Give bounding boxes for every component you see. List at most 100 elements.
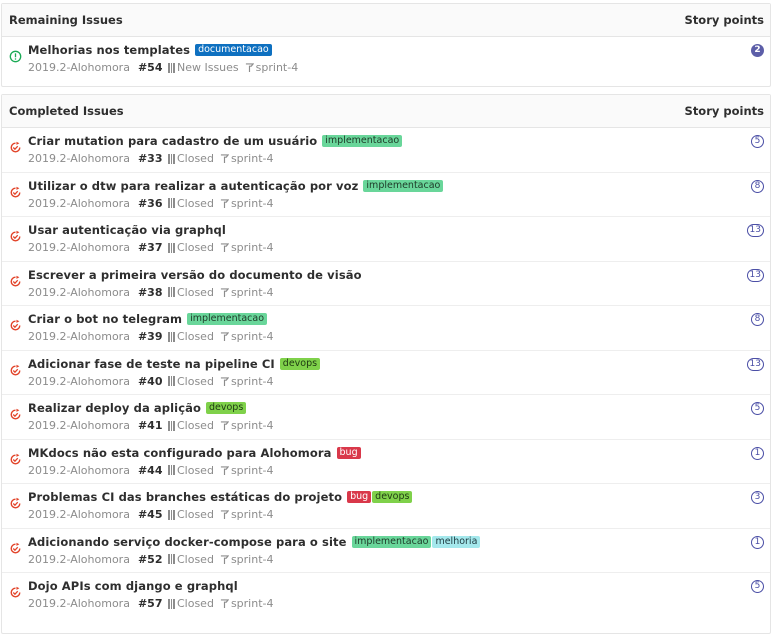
issue-sprint: sprint-4 <box>220 597 273 610</box>
issue-milestone: 2019.2-Alohomora <box>28 330 130 343</box>
issue-sprint: sprint-4 <box>220 553 273 566</box>
issue-title-link[interactable]: Adicionar fase de teste na pipeline CI <box>28 357 275 371</box>
issue-status-text: Closed <box>176 374 214 388</box>
board-column-icon <box>168 62 175 73</box>
issue-closed-icon <box>9 586 22 599</box>
sprint-pin-icon <box>220 153 230 164</box>
issue-milestone: 2019.2-Alohomora <box>28 61 130 74</box>
issue-row[interactable]: Realizar deploy da aplição devops 2019.2-A… <box>2 395 770 440</box>
issue-label[interactable]: bug <box>336 446 361 459</box>
story-points-badge: 5 <box>751 580 764 593</box>
issue-status-text: Closed <box>176 196 214 210</box>
issue-row[interactable]: Criar o bot no telegram implementacao 2019… <box>2 306 770 351</box>
issue-row[interactable]: Dojo APIs com django e graphql 2019.2-Alo… <box>2 573 770 618</box>
story-points-badge: 1 <box>751 446 764 460</box>
issue-row[interactable]: Adicionando serviço docker-compose para … <box>2 529 770 573</box>
issue-row[interactable]: Escrever a primeira versão do documento … <box>2 262 770 306</box>
issue-title-line: Utilizar o dtw para realizar a autentica… <box>28 179 444 193</box>
issue-meta-line: 2019.2-Alohomora #52 Closed sprint-4 <box>28 553 273 566</box>
issue-title-line: Melhorias nos templates documentacao <box>28 43 272 57</box>
completed-story-points-header: Story points <box>684 104 764 118</box>
remaining-issues-panel: Remaining Issues Story points Melhorias … <box>1 3 771 87</box>
issue-label[interactable]: implementacao <box>351 535 432 548</box>
issue-iid: #38 <box>137 285 163 299</box>
issue-row[interactable]: MKdocs não esta configurado para Alohomo… <box>2 440 770 484</box>
issue-board-status: New Issues <box>168 61 239 74</box>
issue-label[interactable]: bug <box>347 491 372 503</box>
issue-closed-icon <box>9 497 22 510</box>
issue-meta-line: 2019.2-Alohomora #54 New Issues sprint-4 <box>28 61 298 74</box>
issue-title-link[interactable]: Criar mutation para cadastro de um usuár… <box>28 134 317 148</box>
issue-milestone: 2019.2-Alohomora <box>28 285 130 299</box>
issue-title-link[interactable]: Utilizar o dtw para realizar a autentica… <box>28 179 358 193</box>
issue-title-link[interactable]: MKdocs não esta configurado para Alohomo… <box>28 446 332 460</box>
issue-sprint-text: sprint-4 <box>230 196 274 210</box>
issue-row[interactable]: Adicionar fase de teste na pipeline CI de… <box>2 351 770 395</box>
issue-meta-line: 2019.2-Alohomora #37 Closed sprint-4 <box>28 241 273 254</box>
issue-milestone: 2019.2-Alohomora <box>28 241 130 254</box>
issue-meta-line: 2019.2-Alohomora #57 Closed sprint-4 <box>28 597 273 610</box>
issue-title-link[interactable]: Melhorias nos templates <box>28 43 190 57</box>
issue-board-status: Closed <box>168 241 214 254</box>
board-column-icon <box>168 242 175 253</box>
remaining-issues-header: Remaining Issues Story points <box>2 4 770 37</box>
issue-title-line: Escrever a primeira versão do documento … <box>28 268 362 282</box>
sprint-pin-icon <box>220 198 230 209</box>
issue-board-status: Closed <box>168 152 214 165</box>
sprint-pin-icon <box>220 554 230 565</box>
issue-title-link[interactable]: Escrever a primeira versão do documento … <box>28 268 362 282</box>
issue-row[interactable]: Melhorias nos templates documentacao 2019.… <box>2 37 770 82</box>
story-points-badge: 2 <box>751 44 764 57</box>
issue-title-link[interactable]: Problemas CI das branches estáticas do p… <box>28 490 342 504</box>
issue-iid: #37 <box>137 241 163 254</box>
issue-title-link[interactable]: Dojo APIs com django e graphql <box>28 579 238 593</box>
issue-iid: #39 <box>137 330 163 343</box>
issue-row[interactable]: Usar autenticação via graphql 2019.2-Aloh… <box>2 217 770 262</box>
story-points-badge: 1 <box>751 535 764 549</box>
issue-label[interactable]: devops <box>205 402 247 414</box>
issue-milestone: 2019.2-Alohomora <box>28 152 130 165</box>
issue-milestone: 2019.2-Alohomora <box>28 196 130 210</box>
issue-iid: #57 <box>137 597 163 610</box>
issue-sprint: sprint-4 <box>220 241 274 254</box>
issue-title-link[interactable]: Adicionando serviço docker-compose para … <box>28 535 347 549</box>
issue-status-text: Closed <box>176 463 214 477</box>
issue-board-status: Closed <box>168 286 214 299</box>
completed-issues-header: Completed Issues Story points <box>2 95 770 128</box>
issue-row[interactable]: Problemas CI das branches estáticas do p… <box>2 484 770 529</box>
issue-iid: #52 <box>137 552 163 566</box>
sprint-pin-icon <box>220 598 230 609</box>
issue-label[interactable]: implementacao <box>322 135 403 147</box>
issue-label[interactable]: documentacao <box>195 44 272 56</box>
board-column-icon <box>168 598 175 609</box>
issue-milestone: 2019.2-Alohomora <box>28 419 130 432</box>
issue-title-link[interactable]: Realizar deploy da aplição <box>28 401 201 415</box>
story-points-badge: 3 <box>751 491 764 504</box>
board-column-icon <box>168 465 175 475</box>
issue-title-link[interactable]: Usar autenticação via graphql <box>28 223 226 237</box>
issue-sprint: sprint-4 <box>220 330 273 343</box>
issue-board-status: Closed <box>168 419 214 432</box>
story-points-badge: 5 <box>751 402 764 415</box>
issue-iid: #44 <box>137 463 163 477</box>
issue-sprint-text: sprint-4 <box>230 241 274 254</box>
issue-title-link[interactable]: Criar o bot no telegram <box>28 312 182 326</box>
issue-closed-icon <box>9 186 22 199</box>
issue-open-icon <box>9 50 22 63</box>
issue-iid: #41 <box>137 419 163 432</box>
issue-sprint: sprint-4 <box>220 419 273 432</box>
issue-meta-line: 2019.2-Alohomora #45 Closed sprint-4 <box>28 508 273 521</box>
remaining-issues-list: Melhorias nos templates documentacao 2019.… <box>2 37 770 82</box>
issue-row[interactable]: Criar mutation para cadastro de um usuár… <box>2 128 770 173</box>
issue-iid: #36 <box>137 196 163 210</box>
issue-label[interactable]: implementacao <box>363 179 444 192</box>
issue-milestone: 2019.2-Alohomora <box>28 463 130 477</box>
issue-label[interactable]: melhoria <box>432 535 481 548</box>
board-column-icon <box>168 376 175 386</box>
issue-label[interactable]: implementacao <box>187 313 268 325</box>
issue-meta-line: 2019.2-Alohomora #38 Closed sprint-4 <box>28 286 273 299</box>
issue-label[interactable]: devops <box>372 491 413 503</box>
issue-row[interactable]: Utilizar o dtw para realizar a autentica… <box>2 173 770 217</box>
completed-issues-panel: Completed Issues Story points Criar muta… <box>1 94 771 634</box>
issue-label[interactable]: devops <box>279 357 321 370</box>
